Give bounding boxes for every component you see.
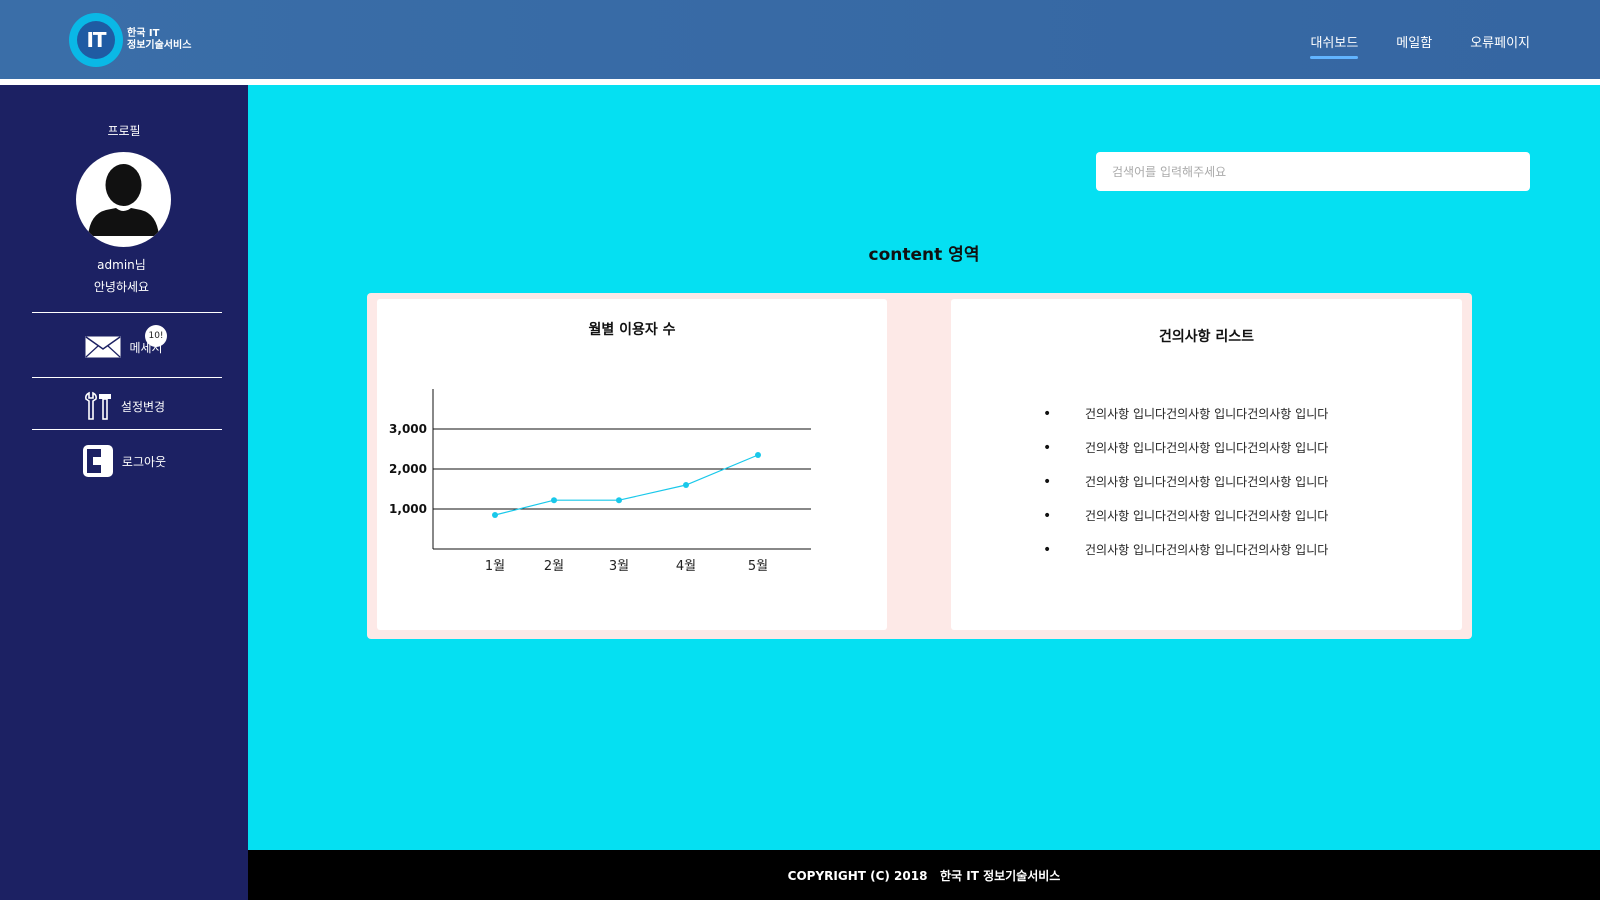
logo-mark: IT <box>77 21 115 59</box>
suggestion-card: 건의사항 리스트 건의사항 입니다건의사항 입니다건의사항 입니다 건의사항 입… <box>951 299 1462 630</box>
greeting: 안녕하세요 <box>93 280 150 294</box>
logo-line2: 정보기술서비스 <box>127 40 192 51</box>
user-name: admin님 <box>97 258 146 272</box>
data-point <box>755 452 761 458</box>
nav-dashboard[interactable]: 대쉬보드 <box>1310 32 1358 59</box>
sidebar-item-settings[interactable]: 설정변경 <box>0 383 248 429</box>
search-input[interactable] <box>1096 152 1530 191</box>
sidebar-divider <box>32 429 222 430</box>
footer: COPYRIGHT (C) 2018 한국 IT 정보기술서비스 <box>248 850 1600 900</box>
sidebar-divider <box>32 312 222 313</box>
x-tick-label: 2월 <box>544 559 564 574</box>
list-item[interactable]: 건의사항 입니다건의사항 입니다건의사항 입니다 <box>1043 438 1328 472</box>
tools-icon <box>84 391 111 420</box>
top-nav: 대쉬보드 메일함 오류페이지 <box>1310 32 1530 59</box>
suggestion-list: 건의사항 입니다건의사항 입니다건의사항 입니다 건의사항 입니다건의사항 입니… <box>1043 404 1328 574</box>
sidebar: 프로필 admin님 안녕하세요 메세지 10! 설정변경 로그아웃 <box>0 85 248 900</box>
x-tick-label: 3월 <box>609 559 629 574</box>
list-item[interactable]: 건의사항 입니다건의사항 입니다건의사항 입니다 <box>1043 506 1328 540</box>
sidebar-item-label: 설정변경 <box>120 399 166 414</box>
data-point <box>551 497 557 504</box>
logo-badge: IT <box>69 13 123 67</box>
logo-line1: 한국 IT <box>127 28 160 39</box>
y-tick-label: 2,000 <box>389 462 427 476</box>
monthly-users-chart: 1,000 2,000 3,000 1월 2월 3월 4월 5월 <box>389 389 811 574</box>
list-item[interactable]: 건의사항 입니다건의사항 입니다건의사항 입니다 <box>1043 404 1328 438</box>
y-tick-label: 1,000 <box>389 502 427 516</box>
sidebar-divider <box>32 377 222 378</box>
list-item[interactable]: 건의사항 입니다건의사항 입니다건의사항 입니다 <box>1043 540 1328 574</box>
profile-title: 프로필 <box>107 124 141 138</box>
suggestion-title: 건의사항 리스트 <box>1158 329 1255 345</box>
content-title: content 영역 <box>868 245 980 265</box>
x-tick-label: 4월 <box>676 559 696 574</box>
data-point <box>683 482 689 488</box>
top-header: IT 한국 IT 정보기술서비스 대쉬보드 메일함 오류페이지 <box>0 0 1600 79</box>
y-tick-label: 3,000 <box>389 422 427 436</box>
series-line <box>494 454 759 516</box>
logo[interactable]: IT 한국 IT 정보기술서비스 <box>69 13 191 67</box>
data-point <box>616 497 622 504</box>
envelope-icon <box>85 336 121 358</box>
list-item[interactable]: 건의사항 입니다건의사항 입니다건의사항 입니다 <box>1043 472 1328 506</box>
x-tick-label: 1월 <box>485 559 505 574</box>
logout-icon <box>82 445 113 477</box>
sidebar-item-logout[interactable]: 로그아웃 <box>0 439 248 483</box>
avatar[interactable] <box>76 152 171 247</box>
dashboard-panel: 월별 이용자 수 1,000 2,000 3,000 1월 2월 3월 4월 5월 건의사항 … <box>367 293 1472 639</box>
copyright-text: COPYRIGHT (C) 2018 한국 IT 정보기술서비스 <box>787 868 1061 883</box>
data-point <box>492 512 498 518</box>
sidebar-item-message[interactable]: 메세지 10! <box>0 325 248 369</box>
logo-text: 한국 IT 정보기술서비스 <box>127 28 191 52</box>
x-tick-label: 5월 <box>748 559 768 574</box>
nav-error-page[interactable]: 오류페이지 <box>1470 32 1530 57</box>
nav-mailbox[interactable]: 메일함 <box>1396 32 1432 57</box>
main-content: content 영역 월별 이용자 수 1,0002,0003,0001월2월3… <box>248 85 1600 850</box>
sidebar-item-label: 로그아웃 <box>121 454 167 469</box>
chart-card: 월별 이용자 수 1,000 2,000 3,000 1월 2월 3월 4월 5월 <box>377 299 887 630</box>
message-count-badge: 10! <box>145 325 167 347</box>
user-silhouette-icon <box>88 164 159 236</box>
